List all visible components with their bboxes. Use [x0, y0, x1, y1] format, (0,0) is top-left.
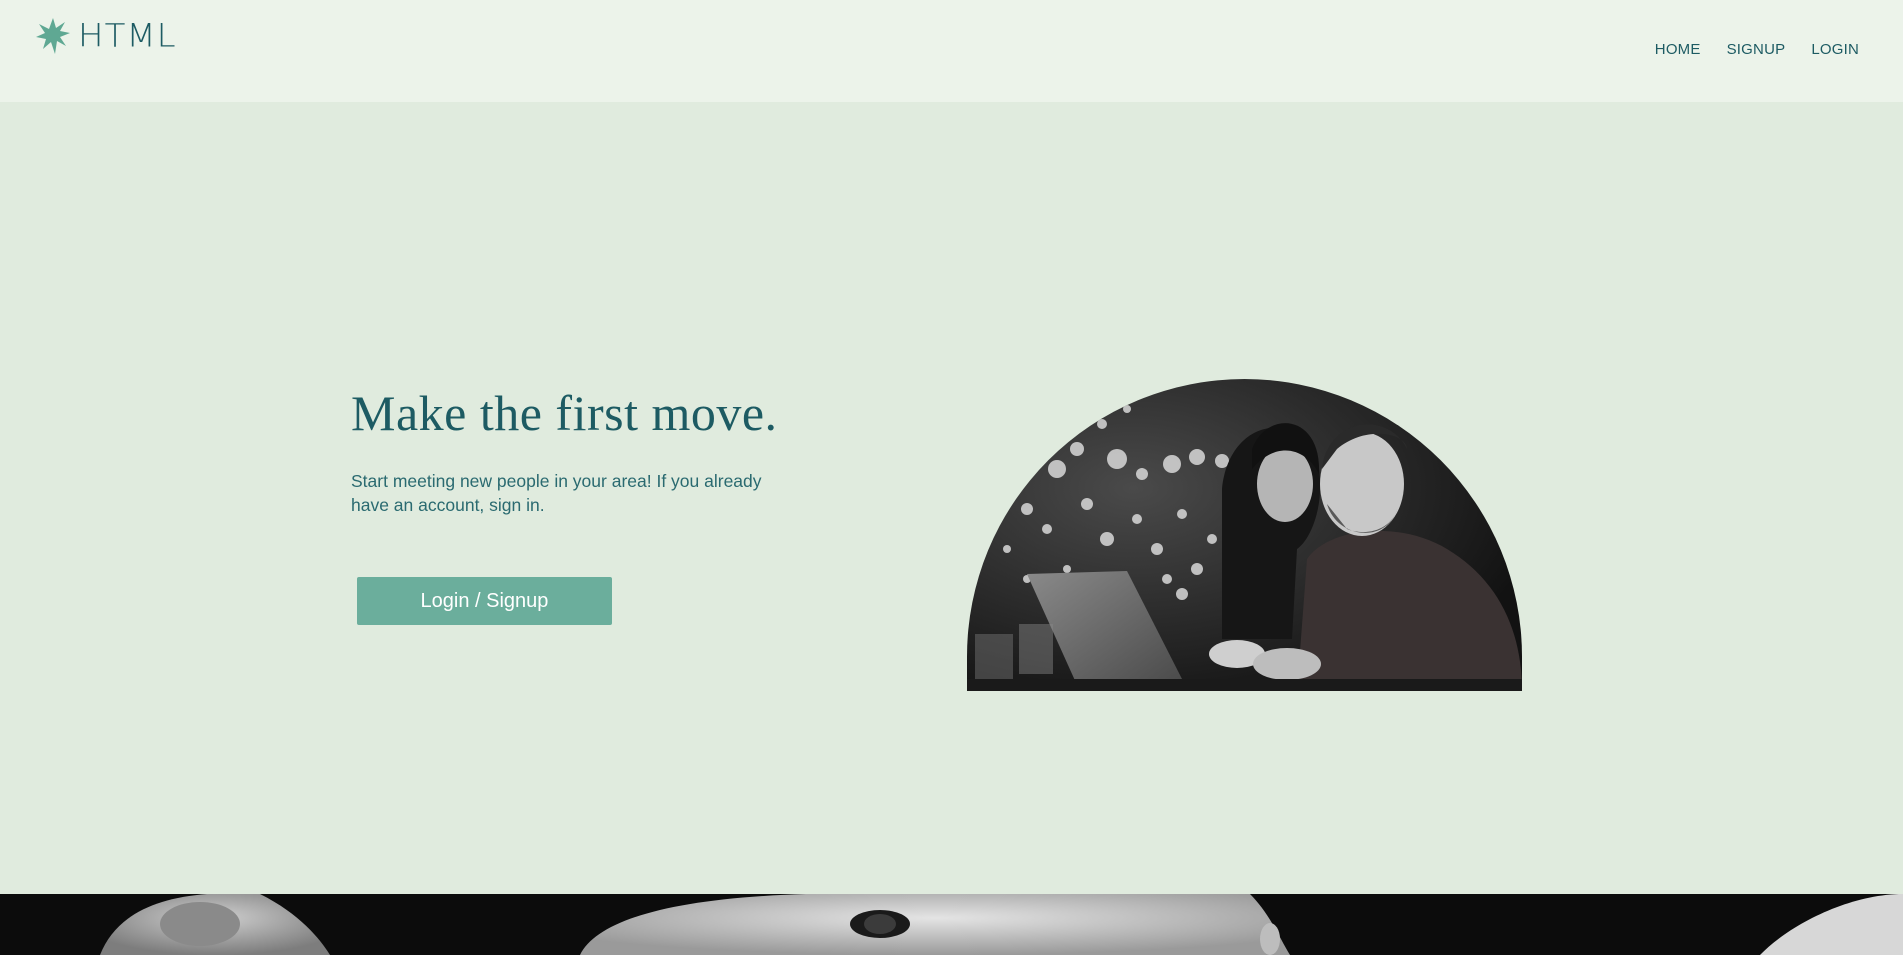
top-navbar: HTML HOME SIGNUP LOGIN: [0, 0, 1903, 102]
main-nav: HOME SIGNUP LOGIN: [1655, 41, 1859, 58]
hero-subtitle: Start meeting new people in your area! I…: [351, 471, 762, 515]
login-signup-button[interactable]: Login / Signup: [357, 577, 612, 625]
site-logo[interactable]: HTML: [36, 18, 177, 54]
featured-faces-banner: [0, 894, 1903, 955]
hero-title: Make the first move.: [351, 385, 778, 441]
hero-couple-photo: [967, 379, 1522, 691]
star-burst-icon: [36, 18, 70, 54]
nav-signup-link[interactable]: SIGNUP: [1727, 41, 1786, 58]
nav-login-link[interactable]: LOGIN: [1811, 41, 1859, 58]
logo-text: HTML: [78, 17, 177, 55]
nav-home-link[interactable]: HOME: [1655, 41, 1701, 58]
